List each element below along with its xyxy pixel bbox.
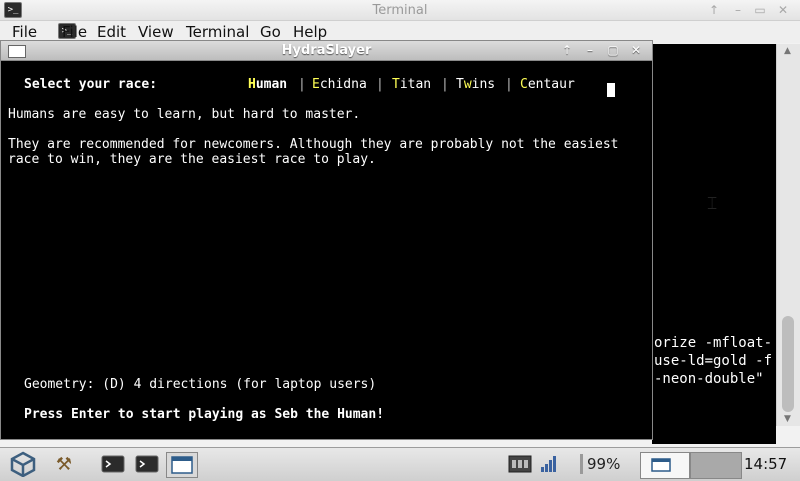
- race-option-twins[interactable]: Twins: [456, 77, 495, 92]
- background-titlebar[interactable]: >_ Terminal ↑ – ▭ ✕: [0, 0, 800, 21]
- race-separator: |: [298, 77, 306, 92]
- race-label: entaur: [527, 77, 575, 92]
- race-separator: |: [441, 77, 449, 92]
- keyboard-layout-icon[interactable]: [506, 452, 534, 476]
- race-option-centaur[interactable]: Centaur: [520, 77, 575, 92]
- terminal-line: use-ld=gold -f: [654, 353, 773, 369]
- battery-level[interactable]: 99%: [587, 455, 620, 473]
- raise-icon[interactable]: ↑: [706, 2, 722, 18]
- game-screen[interactable]: Select your race: Human | Echidna | Tita…: [1, 61, 652, 439]
- menu-help[interactable]: Help: [293, 23, 327, 41]
- taskbar: ⚒ 99% 14:57: [0, 447, 800, 481]
- minimize-button[interactable]: –: [582, 43, 598, 58]
- race-description: Humans are easy to learn, but hard to ma…: [8, 107, 361, 122]
- start-prompt: Press Enter to start playing as Seb the …: [24, 407, 385, 422]
- terminal-line: orize -mfloat-: [654, 335, 773, 351]
- menu-view[interactable]: View: [138, 23, 174, 41]
- task-button-inactive[interactable]: [690, 452, 742, 479]
- app-menu-cube-icon[interactable]: [8, 451, 38, 477]
- race-description: race to win, they are the easiest race t…: [8, 152, 376, 167]
- menu-terminal[interactable]: Terminal: [186, 23, 249, 41]
- terminal-line: -neon-double": [654, 371, 764, 387]
- terminal-launcher-icon[interactable]: [134, 452, 160, 476]
- terminal-cursor: [607, 83, 615, 97]
- scroll-up-arrow-icon[interactable]: ▲: [784, 46, 791, 56]
- tools-icon[interactable]: ⚒: [52, 452, 76, 476]
- signal-strength-icon[interactable]: [538, 452, 560, 476]
- race-hotkey: C: [520, 77, 528, 92]
- race-label: chidna: [319, 77, 367, 92]
- close-button[interactable]: ✕: [775, 2, 791, 18]
- race-label: ins: [471, 77, 496, 92]
- race-hotkey: H: [248, 77, 256, 92]
- close-button[interactable]: ✕: [628, 43, 644, 58]
- race-separator: |: [376, 77, 384, 92]
- scrollbar-thumb[interactable]: [782, 316, 794, 412]
- hydraslayer-window-title: HydraSlayer: [281, 43, 372, 58]
- menu-edit[interactable]: Edit: [97, 23, 126, 41]
- menu-file-2[interactable]: File: [62, 23, 87, 41]
- hydraslayer-window: HydraSlayer ↑ – ▢ ✕ Select your race: Hu…: [0, 40, 653, 440]
- race-option-echidna[interactable]: Echidna: [312, 77, 367, 92]
- window-launcher-icon[interactable]: [166, 452, 198, 478]
- race-option-titan[interactable]: Titan: [392, 77, 431, 92]
- hydraslayer-titlebar[interactable]: HydraSlayer ↑ – ▢ ✕: [1, 41, 652, 61]
- background-window-title: Terminal: [372, 3, 428, 18]
- race-hotkey: w: [463, 77, 472, 92]
- geometry-setting[interactable]: Geometry: (D) 4 directions (for laptop u…: [24, 377, 376, 392]
- minimize-button[interactable]: –: [730, 2, 746, 18]
- race-separator: |: [505, 77, 513, 92]
- race-option-human[interactable]: Human: [248, 77, 287, 92]
- race-label: itan: [399, 77, 432, 92]
- menu-file[interactable]: File: [12, 23, 37, 41]
- raise-icon[interactable]: ↑: [559, 43, 575, 58]
- task-button-active[interactable]: [640, 452, 690, 479]
- race-prompt: Select your race:: [24, 77, 158, 92]
- race-description: They are recommended for newcomers. Alth…: [8, 137, 619, 152]
- menu-go[interactable]: Go: [260, 23, 281, 41]
- scroll-down-arrow-icon[interactable]: ▼: [784, 414, 791, 424]
- terminal-launcher-icon[interactable]: [100, 452, 126, 476]
- maximize-button[interactable]: ▢: [605, 43, 621, 58]
- race-hotkey: E: [312, 77, 320, 92]
- battery-icon: [580, 454, 583, 474]
- race-hotkey: T: [392, 77, 400, 92]
- text-cursor-icon: ⌶: [707, 194, 718, 214]
- background-terminal-text: orize -mfloat-use-ld=gold -f -neon-double…: [654, 334, 772, 388]
- maximize-button[interactable]: ▭: [752, 2, 768, 18]
- scrollbar[interactable]: ▲ ▼: [776, 44, 800, 426]
- race-label-prefix: T: [456, 77, 464, 92]
- race-label: uman: [255, 77, 288, 92]
- clock[interactable]: 14:57: [744, 455, 787, 473]
